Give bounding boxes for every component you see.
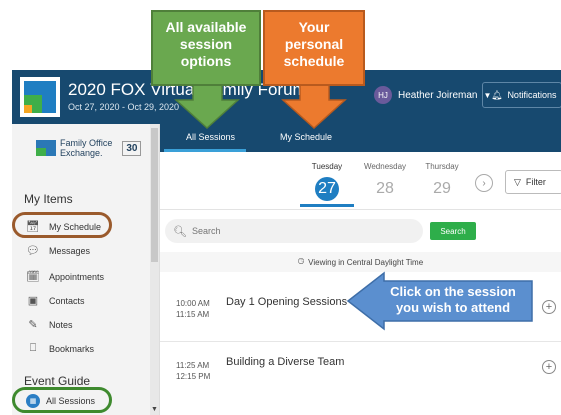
main-tabs: All Sessions My Schedule (160, 124, 561, 152)
chat-icon: 💬︎ (26, 245, 40, 257)
bookmark-icon: ⎕ (29, 342, 37, 354)
event-logo (20, 77, 60, 117)
timezone-label: Viewing in Central Daylight Time (308, 257, 424, 267)
day-thursday[interactable]: Thursday 29 (420, 162, 464, 201)
notifications-label: Notifications (507, 90, 557, 100)
filter-button[interactable]: ▽ Filter (505, 170, 561, 194)
day-selector: Tuesday 27 Wednesday 28 Thursday 29 › ▽ … (160, 152, 561, 210)
active-day-indicator (300, 204, 354, 207)
sidebar-item-appointments[interactable]: 🗓︎ Appointments (26, 270, 104, 283)
session-title[interactable]: Building a Diverse Team (226, 356, 344, 368)
fox-logo-icon (36, 140, 56, 156)
day-wednesday[interactable]: Wednesday 28 (363, 162, 407, 201)
search-box: 🔍︎ (165, 219, 423, 243)
session-time: 11:25 AM 12:15 PM (176, 361, 211, 381)
add-session-icon[interactable]: + (542, 300, 556, 314)
note-icon: ✎ (28, 319, 38, 331)
search-icon: 🔍︎ (173, 225, 187, 238)
avatar: HJ (374, 86, 392, 104)
callout-click-session: Click on the session you wish to attend (390, 284, 516, 315)
user-menu[interactable]: HJ Heather Joireman ▼ (374, 86, 491, 104)
sidebar-item-contacts[interactable]: ▣ Contacts (26, 294, 85, 307)
notifications-button[interactable]: 🔔︎ Notifications (482, 82, 561, 108)
fox-logo-line1: Family Office (60, 138, 113, 148)
callout-my-schedule: Your personal schedule (263, 10, 365, 86)
fox-logo-line2: Exchange. (60, 148, 103, 158)
session-row[interactable]: 11:25 AM 12:15 PM Building a Diverse Tea… (160, 342, 561, 402)
sidebar-scrollbar[interactable]: ▼ (150, 124, 159, 415)
user-name: Heather Joireman (398, 89, 478, 101)
sidebar-item-messages[interactable]: 💬︎ Messages (26, 244, 90, 257)
tab-all-sessions[interactable]: All Sessions (186, 132, 235, 142)
calendar-clock-icon: 🗓︎ (26, 271, 40, 283)
fox-logo: Family Office Exchange. 30 (36, 138, 142, 158)
session-time: 10:00 AM 11:15 AM (176, 299, 210, 319)
highlight-my-schedule (12, 212, 112, 238)
search-button[interactable]: Search (430, 222, 476, 240)
sidebar: Family Office Exchange. 30 My Items 📅︎ M… (12, 124, 160, 415)
bell-icon: 🔔︎ (491, 89, 503, 100)
sidebar-item-notes[interactable]: ✎ Notes (26, 318, 72, 331)
chevron-right-icon: › (482, 177, 486, 189)
clock-icon: 🕒︎ (297, 257, 305, 266)
fox-logo-badge: 30 (122, 140, 142, 156)
day-tuesday[interactable]: Tuesday 27 (305, 162, 349, 201)
my-items-title: My Items (24, 192, 73, 206)
add-session-icon[interactable]: + (542, 360, 556, 374)
sidebar-item-bookmarks[interactable]: ⎕ Bookmarks (26, 342, 94, 355)
contact-card-icon: ▣ (27, 295, 39, 307)
tab-my-schedule[interactable]: My Schedule (280, 132, 332, 142)
scroll-down-arrow-icon[interactable]: ▼ (151, 406, 158, 413)
event-guide-title: Event Guide (24, 374, 91, 388)
scrollbar-thumb[interactable] (151, 128, 158, 262)
session-title[interactable]: Day 1 Opening Sessions (226, 296, 347, 308)
callout-all-sessions: All available session options (151, 10, 261, 86)
search-input[interactable] (191, 226, 392, 236)
timezone-bar: 🕒︎ Viewing in Central Daylight Time (160, 252, 561, 272)
event-dates: Oct 27, 2020 - Oct 29, 2020 (68, 102, 180, 112)
next-day-button[interactable]: › (475, 174, 493, 192)
filter-icon: ▽ (514, 176, 521, 187)
highlight-all-sessions (12, 387, 112, 413)
